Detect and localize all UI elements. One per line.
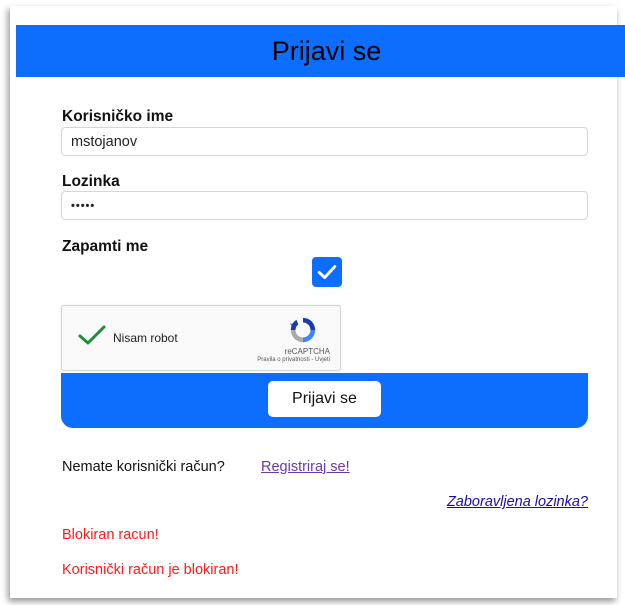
username-input[interactable]: mstojanov — [61, 127, 588, 156]
login-button[interactable]: Prijavi se — [268, 380, 381, 417]
username-value: mstojanov — [71, 133, 138, 150]
login-header: Prijavi se — [16, 25, 625, 77]
remember-me-checkbox[interactable] — [312, 257, 342, 287]
recaptcha-privacy-terms[interactable]: Pravila o privatnosti - Uvjeti — [257, 357, 330, 363]
submit-bar: Prijavi se — [61, 373, 588, 428]
login-page: Prijavi se Korisničko ime mstojanov Lozi… — [0, 0, 625, 605]
password-input[interactable]: ••••• — [61, 191, 588, 220]
recaptcha-widget[interactable]: Nisam robot reCAPTCHA Pravila o privatno… — [61, 305, 341, 371]
remember-me-label: Zapamti me — [62, 238, 149, 255]
password-label: Lozinka — [62, 173, 120, 190]
register-link[interactable]: Registriraj se! — [261, 459, 350, 475]
error-blocked-long: Korisnički račun je blokiran! — [62, 562, 239, 578]
error-blocked-short: Blokiran racun! — [62, 527, 159, 543]
no-account-text: Nemate korisnički račun? — [62, 459, 225, 475]
forgot-password-link[interactable]: Zaboravljena lozinka? — [447, 494, 588, 510]
checkmark-icon — [317, 265, 337, 279]
username-label: Korisničko ime — [62, 108, 174, 125]
recaptcha-brand: reCAPTCHA — [284, 347, 330, 356]
page-title: Prijavi se — [271, 35, 382, 66]
password-value: ••••• — [71, 199, 96, 212]
recaptcha-logo-icon — [289, 317, 316, 343]
recaptcha-label: Nisam robot — [113, 331, 178, 345]
recaptcha-check-icon — [78, 325, 106, 345]
